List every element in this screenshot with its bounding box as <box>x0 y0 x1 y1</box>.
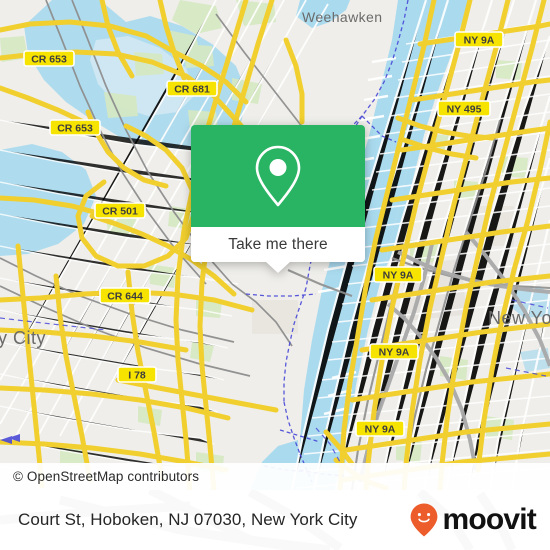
svg-text:CR 653: CR 653 <box>57 123 93 135</box>
svg-text:NY 9A: NY 9A <box>464 35 495 47</box>
take-me-there-popup[interactable]: Take me there <box>191 125 365 273</box>
svg-text:CR 653: CR 653 <box>31 54 67 66</box>
popup-tail <box>265 261 291 273</box>
map-label-weehawken: Weehawken <box>302 9 382 25</box>
road-shield: I 78 <box>117 366 157 383</box>
road-shield: NY 9A <box>373 266 423 283</box>
road-shield: CR 644 <box>99 287 151 304</box>
popup-icon-panel <box>191 125 365 227</box>
footer-bar: Court St, Hoboken, NJ 07030, New York Ci… <box>0 490 550 550</box>
popup-body: Take me there <box>191 125 365 262</box>
road-shield: CR 501 <box>94 202 146 219</box>
road-shield: CR 653 <box>23 50 75 67</box>
svg-text:CR 681: CR 681 <box>174 84 210 96</box>
moovit-wordmark: moovit <box>442 503 536 536</box>
svg-text:CR 501: CR 501 <box>102 206 138 218</box>
screenshot-root: Weehawken New Yo y City CR 653 CR 681 CR… <box>0 0 550 550</box>
osm-attribution-bar: © OpenStreetMap contributors <box>0 463 550 490</box>
moovit-logo[interactable]: moovit <box>409 502 537 538</box>
address-label: Court St, Hoboken, NJ 07030, New York Ci… <box>18 510 358 529</box>
svg-text:CR 644: CR 644 <box>107 291 143 303</box>
svg-text:I 78: I 78 <box>128 370 146 382</box>
road-shield: NY 9A <box>454 31 504 48</box>
svg-text:NY 495: NY 495 <box>447 104 482 116</box>
footer-content: Court St, Hoboken, NJ 07030, New York Ci… <box>0 490 550 550</box>
popup-action-panel[interactable]: Take me there <box>191 227 365 262</box>
take-me-there-label: Take me there <box>228 235 328 253</box>
map-pin-icon <box>255 145 301 207</box>
svg-text:NY 9A: NY 9A <box>383 270 414 282</box>
svg-text:NY 9A: NY 9A <box>365 424 396 436</box>
map-label-jersey-city: y City <box>0 328 46 348</box>
road-shield: CR 653 <box>49 119 101 136</box>
road-shield: CR 681 <box>166 80 218 97</box>
svg-text:NY 9A: NY 9A <box>379 347 410 359</box>
map-label-new-york: New Yo <box>488 308 550 328</box>
road-shield: NY 9A <box>369 343 419 360</box>
osm-attribution-text[interactable]: © OpenStreetMap contributors <box>0 469 199 484</box>
road-shield: NY 495 <box>437 100 491 117</box>
moovit-smiley-pin-icon <box>411 503 438 537</box>
road-shield: NY 9A <box>355 420 405 437</box>
